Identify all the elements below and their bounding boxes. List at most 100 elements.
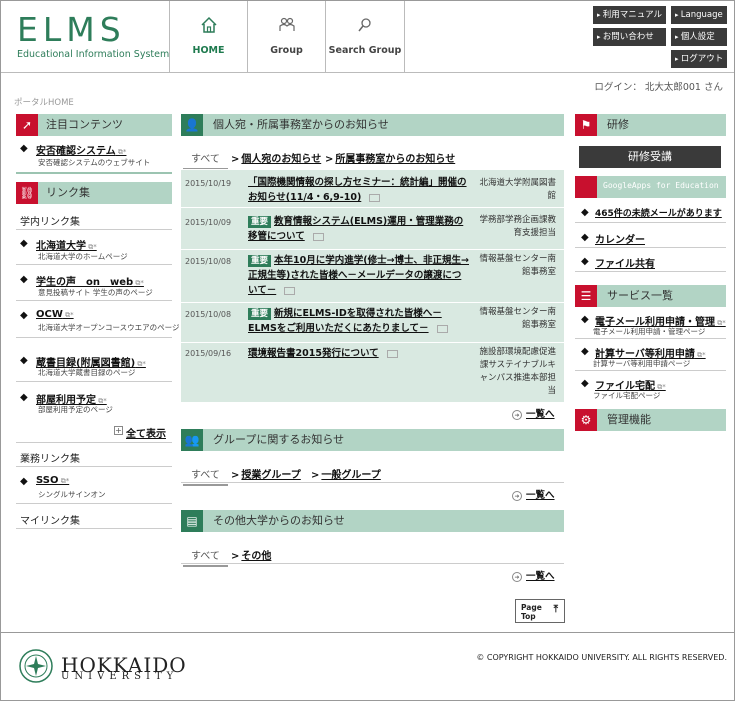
language-button[interactable]: Language [671, 6, 727, 24]
tab-general-group[interactable]: 一般グループ [311, 466, 380, 481]
file-share-link[interactable]: ファイル共有 [595, 255, 655, 270]
news-title: 環境報告書2015発行について [248, 348, 379, 359]
person-icon: 👤 [181, 114, 203, 136]
featured-header: ➚ 注目コンテンツ [16, 114, 172, 136]
manual-button[interactable]: 利用マニュアル [593, 6, 666, 24]
tab-other[interactable]: その他 [231, 547, 271, 562]
search-icon [358, 18, 371, 32]
divider [16, 528, 172, 529]
nav-group-label: Group [270, 45, 303, 56]
bullet-icon: ◆ [20, 476, 28, 487]
campus-link-hokudai[interactable]: 北海道大学 ⧉* [36, 237, 97, 252]
featured-link-label: 安否確認システム [36, 146, 116, 157]
external-link-icon: ⧉* [694, 351, 706, 359]
news-title-link[interactable]: 重要 本年10月に学内進学(修士→博士、非正規生→正規生等)された皆様へ－メールデ… [248, 253, 470, 298]
tab-all-notices[interactable]: すべて [183, 150, 228, 170]
mail-icon [312, 232, 324, 241]
group-icon [278, 17, 295, 31]
news-title-link[interactable]: 環境報告書2015発行について [248, 346, 470, 361]
plus-icon: + [114, 426, 123, 435]
links-header: ⛓ リンク集 [16, 182, 172, 204]
news-row: 2015/09/16 環境報告書2015発行について 施設部環境配慮促進課サステ… [181, 342, 564, 402]
divider [575, 247, 726, 248]
main-nav: HOME Group Search Group [169, 1, 405, 73]
news-date: 2015/10/08 [185, 310, 232, 319]
elms-logo[interactable]: ELMS Educational Information System [17, 13, 170, 61]
campus-link-label: OCW [36, 309, 63, 320]
arrow-circle-icon: ➜ [512, 490, 522, 501]
important-badge: 重要 [248, 308, 272, 320]
tab-all-other[interactable]: すべて [183, 547, 228, 567]
divider [575, 370, 726, 371]
external-link-icon: ⧉* [135, 360, 146, 368]
news-date: 2015/10/19 [185, 179, 232, 188]
campus-link-sub: 北海道大学蔵書目録のページ [38, 368, 136, 377]
arrow-circle-icon: ➜ [512, 571, 522, 582]
list-icon: ☰ [575, 285, 597, 307]
news-row: 2015/10/19 「国際機関情報の探し方セミナー：統計編」開催のお知らせ(1… [181, 169, 564, 205]
university-seal-icon [19, 649, 53, 683]
divider [575, 222, 726, 223]
more-label: 一覧へ [526, 490, 555, 501]
logo-subtitle: Educational Information System [17, 49, 170, 60]
bullet-icon: ◆ [20, 238, 28, 249]
featured-link[interactable]: 安否確認システム ⧉* [36, 142, 126, 157]
news-title-link[interactable]: 重要 新規にELMS-IDを取得された皆様へ－ELMSをご利用いただくにあたりまし… [248, 306, 470, 336]
other-notice-header: ▤ その他大学からのお知らせ [181, 510, 564, 532]
work-link-sso[interactable]: SSO ⧉* [36, 475, 69, 486]
service-link-sub: 電子メール利用申請・管理ページ [593, 327, 706, 336]
page-top-label: Page Top [521, 603, 542, 621]
news-row: 2015/10/08 重要 本年10月に学内進学(修士→博士、非正規生→正規生等)… [181, 249, 564, 297]
important-badge: 重要 [248, 255, 272, 267]
divider [181, 482, 564, 483]
work-link-label: SSO [36, 475, 59, 486]
featured-sub: 安否確認システムのウェブサイト [38, 158, 151, 167]
external-link-icon: ⧉* [715, 319, 726, 327]
logout-button[interactable]: ログアウト [671, 50, 727, 68]
arrow-up-icon: ⤒ [553, 604, 558, 615]
service-link-sub: 計算サーバ等利用申請ページ [593, 359, 691, 368]
tab-all-group[interactable]: すべて [183, 466, 228, 486]
unread-mail-link[interactable]: 465件の未読メールがあります [595, 206, 722, 219]
news-title-link[interactable]: 「国際機関情報の探し方セミナー：統計編」開催のお知らせ(11/4・6,9-10) [248, 175, 470, 205]
admin-header[interactable]: ⚙ 管理機能 [575, 409, 726, 431]
nav-search-group[interactable]: Search Group [325, 1, 405, 73]
training-header: ⚑ 研修 [575, 114, 726, 136]
campus-link-sub: 北海道大学オープンコースウエアのページ [38, 323, 180, 332]
mail-icon [436, 324, 448, 333]
news-title: 「国際機関情報の探し方セミナー：統計編」開催のお知らせ(11/4・6,9-10) [248, 177, 467, 203]
bullet-icon: ◆ [20, 392, 28, 403]
other-more-link[interactable]: ➜ 一覧へ [512, 568, 555, 582]
notice-more-link[interactable]: ➜ 一覧へ [512, 406, 555, 420]
contact-button[interactable]: お問い合わせ [593, 28, 666, 46]
nav-home[interactable]: HOME [169, 1, 247, 73]
news-date: 2015/09/16 [185, 349, 232, 358]
news-source: 情報基盤センター南館事務室 [479, 254, 556, 277]
breadcrumb[interactable]: ポータルHOME [14, 96, 74, 108]
page-top-button[interactable]: Page Top ⤒ [515, 599, 565, 623]
news-date: 2015/10/09 [185, 218, 232, 227]
login-status: ログイン： 北大太郎001 さん [594, 82, 723, 93]
news-title: 本年10月に学内進学(修士→博士、非正規生→正規生等)された皆様へ－メールデータ… [248, 255, 469, 296]
service-link-sub: ファイル宅配ページ [593, 391, 661, 400]
show-all-link[interactable]: 全て表示 [126, 425, 166, 440]
divider [16, 300, 172, 301]
external-link-icon: ⧉* [58, 477, 70, 485]
university-sub: UNIVERSITY [61, 671, 179, 682]
tab-personal-notices[interactable]: 個人宛のお知らせ [231, 150, 321, 165]
other-notice-title: その他大学からのお知らせ [213, 514, 345, 527]
training-button[interactable]: 研修受講 [579, 146, 721, 168]
campus-link-sub: 部屋利用予定のページ [38, 405, 113, 414]
news-title-link[interactable]: 重要 教育情報システム(ELMS)運用・管理業務の移管について [248, 214, 470, 244]
group-more-link[interactable]: ➜ 一覧へ [512, 487, 555, 501]
admin-title: 管理機能 [607, 413, 651, 426]
tab-class-group[interactable]: 授業グループ [231, 466, 300, 481]
campus-link-student-voice[interactable]: 学生の声 on web ⧉* [36, 273, 144, 288]
group-notice-header: 👥 グループに関するお知らせ [181, 429, 564, 451]
tab-office-notices[interactable]: 所属事務室からのお知らせ [325, 150, 455, 165]
calendar-link[interactable]: カレンダー [595, 231, 645, 246]
nav-group[interactable]: Group [247, 1, 325, 73]
campus-link-ocw[interactable]: OCW ⧉* [36, 309, 74, 320]
document-icon: ▤ [181, 510, 203, 532]
settings-button[interactable]: 個人設定 [671, 28, 727, 46]
